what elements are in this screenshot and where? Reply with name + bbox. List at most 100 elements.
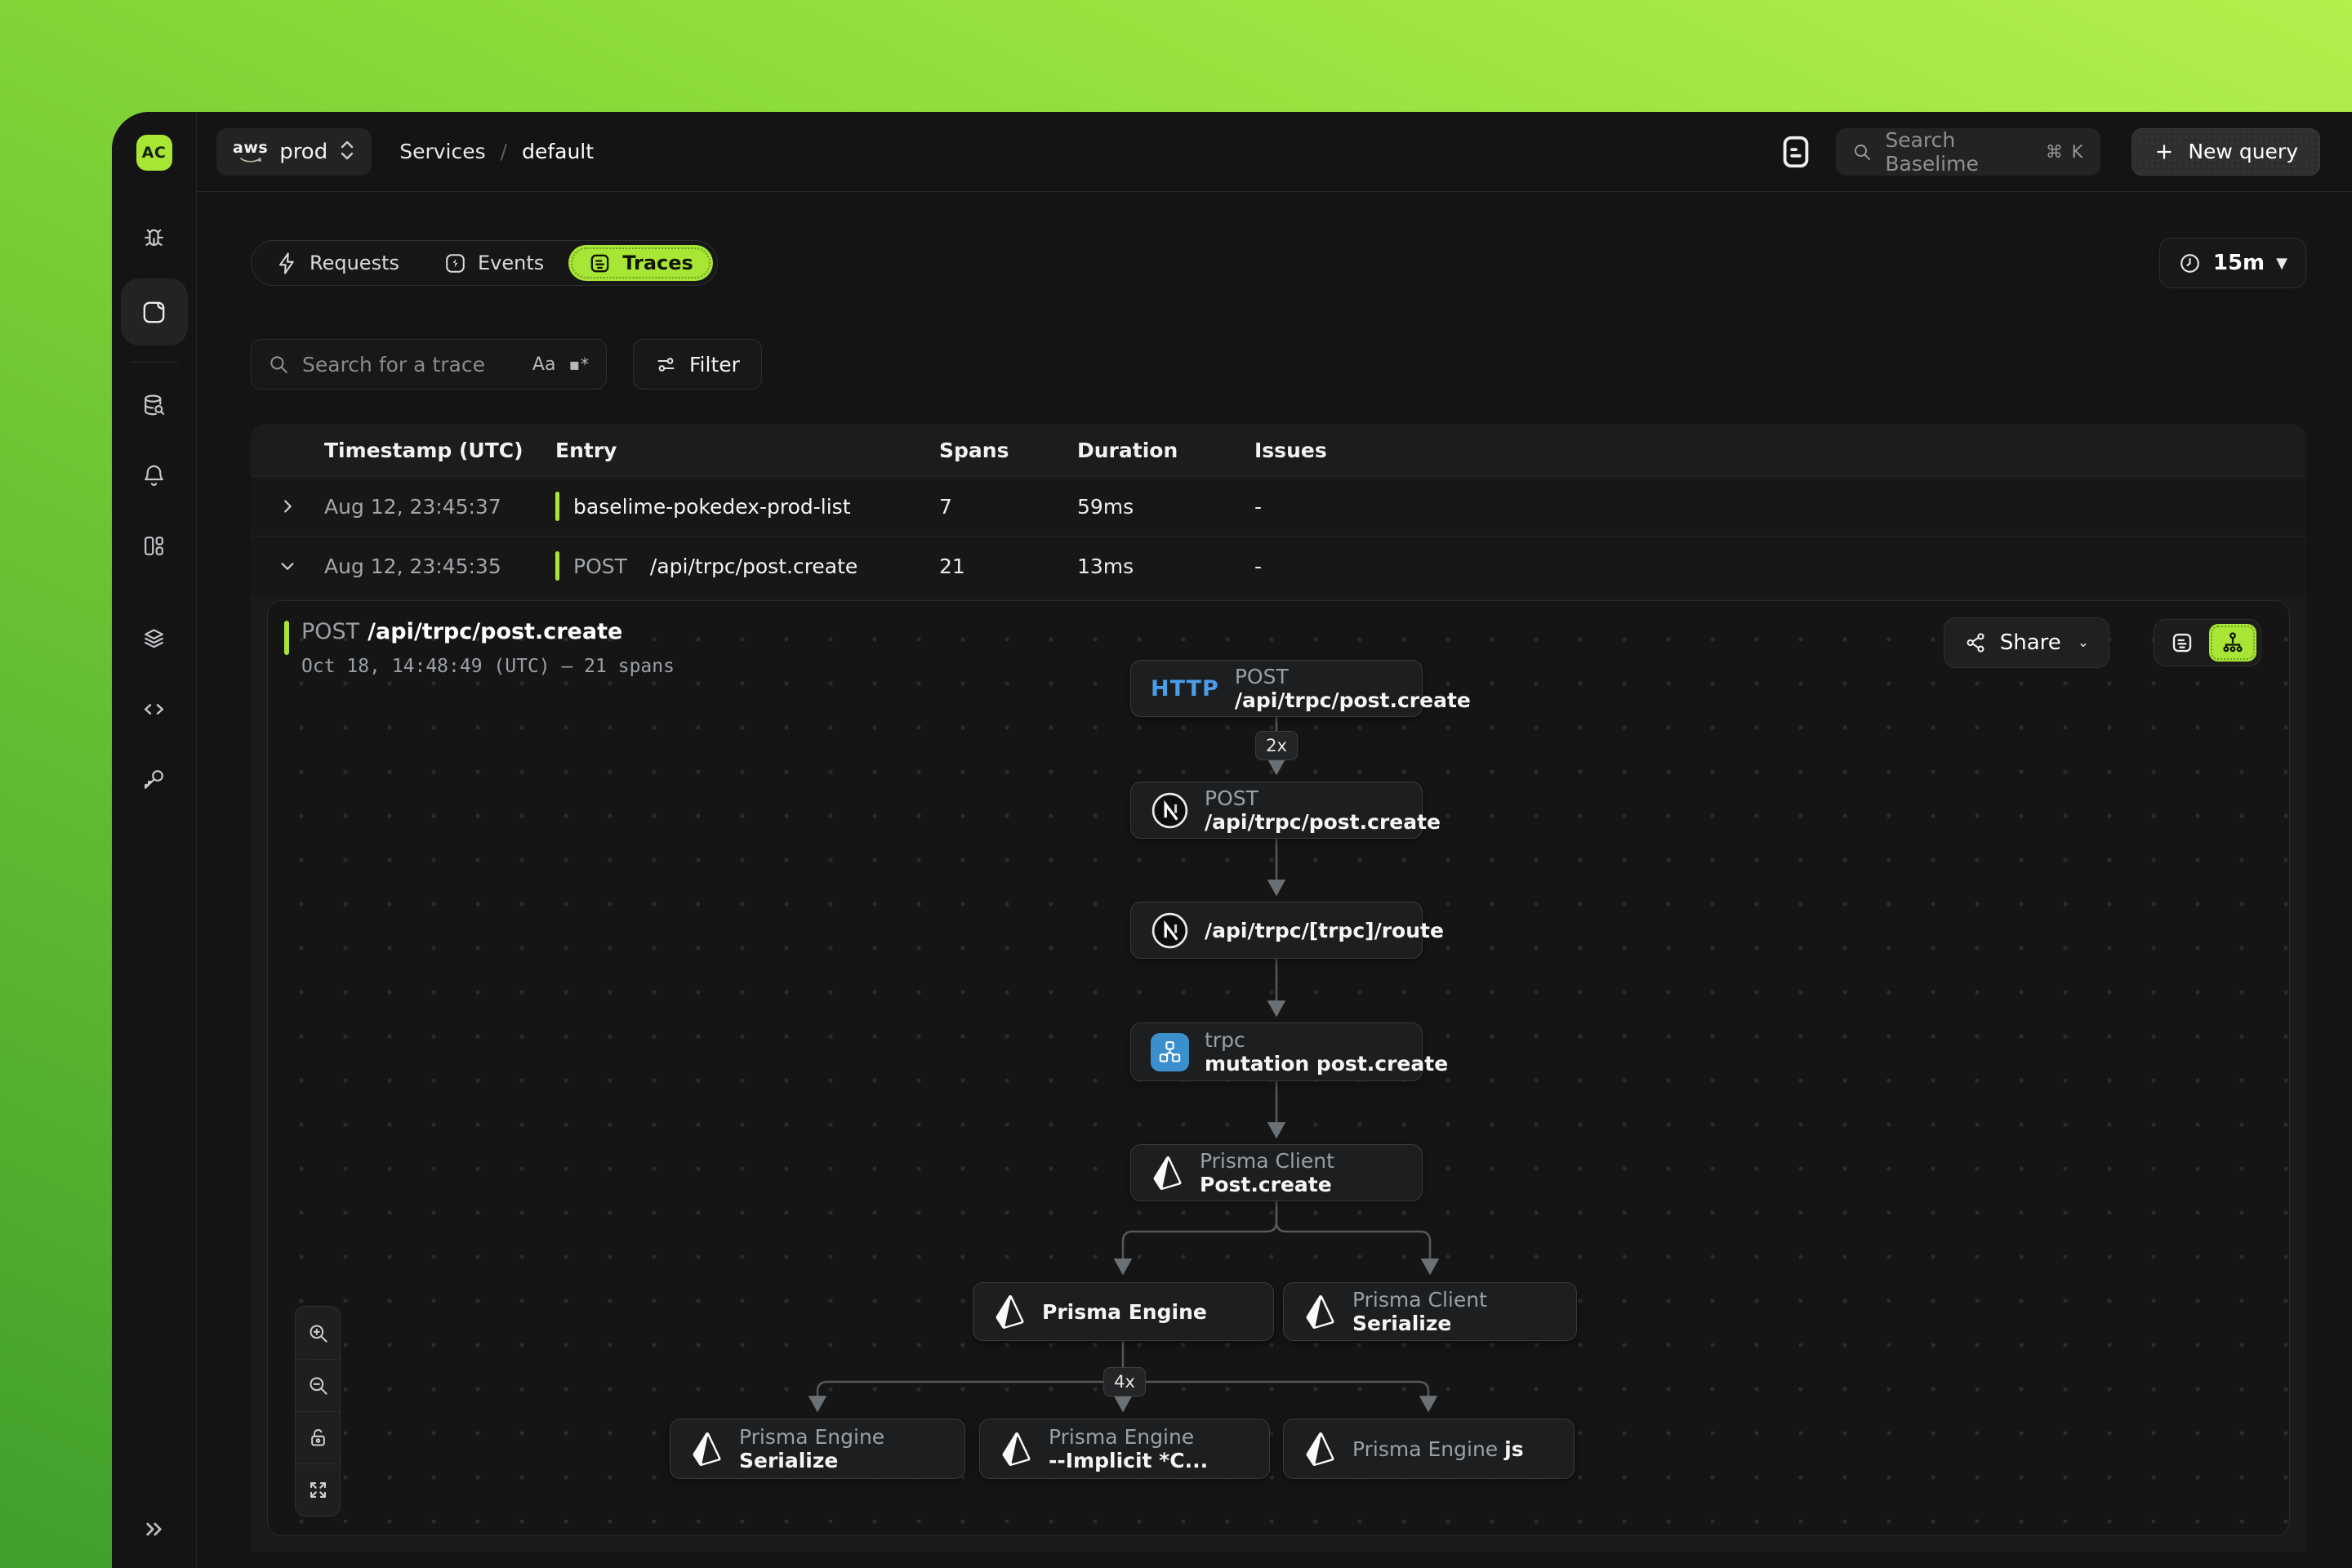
regex-toggle[interactable]: ▪* (568, 354, 590, 374)
trace-title: POST/api/trpc/post.create (301, 619, 675, 644)
main-area: Requests Events Traces 15m (197, 192, 2352, 1568)
environment-switcher[interactable]: aws prod (216, 128, 372, 176)
dashboards-icon[interactable] (136, 528, 172, 564)
span-prefix: POST (1205, 786, 1258, 810)
row-entry: baselime-pokedex-prod-list (555, 492, 939, 521)
span-node-nextjs-route[interactable]: /api/trpc/[trpc]/route (1130, 902, 1423, 959)
col-spans: Spans (939, 439, 1077, 462)
span-name: /api/trpc/post.create (1205, 810, 1441, 834)
trace-detail-panel: POST/api/trpc/post.create Oct 18, 14:48:… (267, 600, 2290, 1536)
span-node-nextjs-post[interactable]: POST /api/trpc/post.create (1130, 782, 1423, 839)
sidebar-divider (131, 362, 178, 363)
search-icon (268, 354, 289, 375)
tab-requests-label: Requests (310, 252, 399, 274)
span-prefix: Prisma Client (1200, 1149, 1334, 1173)
fit-view-button[interactable] (296, 1463, 340, 1516)
global-search-placeholder: Search Baselime (1885, 128, 2033, 176)
row-issues: - (1254, 495, 2306, 519)
sidebar-item-explore-active[interactable] (121, 278, 188, 345)
case-sensitive-toggle[interactable]: Aa (532, 354, 556, 375)
tab-traces-label: Traces (622, 252, 693, 274)
trace-search-input[interactable]: Search for a trace Aa ▪* (251, 339, 607, 390)
table-row-expanded[interactable]: Aug 12, 23:45:35 POST /api/trpc/post.cre… (251, 536, 2306, 595)
chevron-updown-icon (339, 140, 355, 164)
span-node-prisma-client-serialize[interactable]: Prisma Client Serialize (1283, 1282, 1577, 1341)
table-row[interactable]: Aug 12, 23:45:37 baselime-pokedex-prod-l… (251, 476, 2306, 536)
zoom-in-button[interactable] (296, 1307, 340, 1359)
trace-subtitle: Oct 18, 14:48:49 (UTC) – 21 spans (301, 656, 675, 677)
desktop-background: AC (0, 0, 2352, 1568)
prisma-icon (1303, 1432, 1337, 1466)
span-node-http[interactable]: HTTP POST /api/trpc/post.create (1130, 660, 1423, 717)
chevron-down-icon: ▼ (2276, 255, 2287, 272)
zoom-out-button[interactable] (296, 1359, 340, 1411)
tab-events[interactable]: Events (424, 245, 564, 281)
bug-icon[interactable] (136, 221, 172, 257)
explore-box-icon (140, 299, 167, 326)
share-button[interactable]: Share ⌄ (1944, 617, 2109, 668)
breadcrumb-separator: / (501, 140, 507, 163)
changelog-icon[interactable] (1777, 133, 1815, 171)
span-node-prisma-engine-implicit[interactable]: Prisma Engine --Implicit *C... (979, 1419, 1270, 1479)
table-header: Timestamp (UTC) Entry Spans Duration Iss… (251, 424, 2306, 476)
trace-search-placeholder: Search for a trace (302, 353, 519, 376)
breadcrumb-services[interactable]: Services (399, 140, 485, 163)
breadcrumb: Services / default (399, 140, 594, 163)
new-query-label: New query (2188, 140, 2298, 163)
nextjs-icon (1151, 911, 1189, 950)
span-node-trpc[interactable]: trpc mutation post.create (1130, 1022, 1423, 1081)
database-search-icon[interactable] (136, 387, 172, 423)
sliders-icon (655, 354, 677, 376)
col-entry: Entry (555, 439, 939, 462)
span-node-prisma-engine-serialize[interactable]: Prisma Engine Serialize (670, 1419, 965, 1479)
aws-logo: aws (233, 140, 268, 164)
layers-icon[interactable] (136, 621, 172, 657)
tab-traces[interactable]: Traces (568, 245, 713, 281)
span-name: mutation post.create (1205, 1052, 1448, 1076)
prisma-icon (993, 1295, 1027, 1329)
span-prefix: trpc (1205, 1028, 1245, 1052)
chevron-down-icon[interactable] (251, 557, 324, 575)
span-name: js (1504, 1437, 1523, 1461)
trpc-icon (1151, 1033, 1189, 1071)
trace-path: /api/trpc/post.create (368, 619, 622, 644)
lock-toggle-button[interactable] (296, 1411, 340, 1463)
span-prefix: Prisma Engine (739, 1425, 884, 1449)
time-range-dropdown[interactable]: 15m ▼ (2159, 238, 2306, 288)
topbar: aws prod Services / default (197, 112, 2352, 192)
code-icon[interactable] (136, 691, 172, 727)
bell-icon[interactable] (136, 457, 172, 493)
share-label: Share (2000, 630, 2061, 655)
http-badge: HTTP (1151, 676, 1219, 702)
list-view-button[interactable] (2158, 624, 2206, 662)
graph-zoom-toolbar (295, 1306, 341, 1517)
global-search-input[interactable]: Search Baselime ⌘ K (1836, 128, 2100, 176)
entry-status-bar (555, 551, 559, 581)
key-icon[interactable] (136, 761, 172, 797)
span-name: Serialize (1352, 1312, 1451, 1335)
tab-requests[interactable]: Requests (256, 245, 419, 281)
span-prefix: Prisma Client (1352, 1288, 1487, 1312)
lightning-icon (275, 252, 299, 275)
row-duration: 59ms (1077, 495, 1254, 519)
breadcrumb-current[interactable]: default (522, 140, 594, 163)
row-timestamp: Aug 12, 23:45:35 (324, 555, 555, 578)
graph-view-button[interactable] (2209, 624, 2256, 662)
environment-name: prod (279, 140, 327, 164)
span-node-prisma-client[interactable]: Prisma Client Post.create (1130, 1144, 1423, 1201)
entry-status-bar (555, 492, 559, 521)
view-tabs: Requests Events Traces (251, 240, 718, 286)
expand-sidebar-icon[interactable] (136, 1511, 172, 1547)
row-entry: POST /api/trpc/post.create (555, 551, 939, 581)
span-node-prisma-engine[interactable]: Prisma Engine (973, 1282, 1274, 1341)
clock-icon (2178, 252, 2202, 275)
new-query-button[interactable]: New query (2132, 128, 2320, 176)
span-prefix: Prisma Engine (1352, 1437, 1498, 1461)
chevron-right-icon[interactable] (251, 497, 324, 515)
trace-panel-header: POST/api/trpc/post.create Oct 18, 14:48:… (284, 619, 675, 677)
sidebar: AC (112, 112, 197, 1568)
avatar[interactable]: AC (136, 135, 172, 171)
tab-events-label: Events (478, 252, 544, 274)
filter-button[interactable]: Filter (633, 339, 762, 390)
span-node-prisma-engine-js[interactable]: Prisma Engine js (1283, 1419, 1575, 1479)
